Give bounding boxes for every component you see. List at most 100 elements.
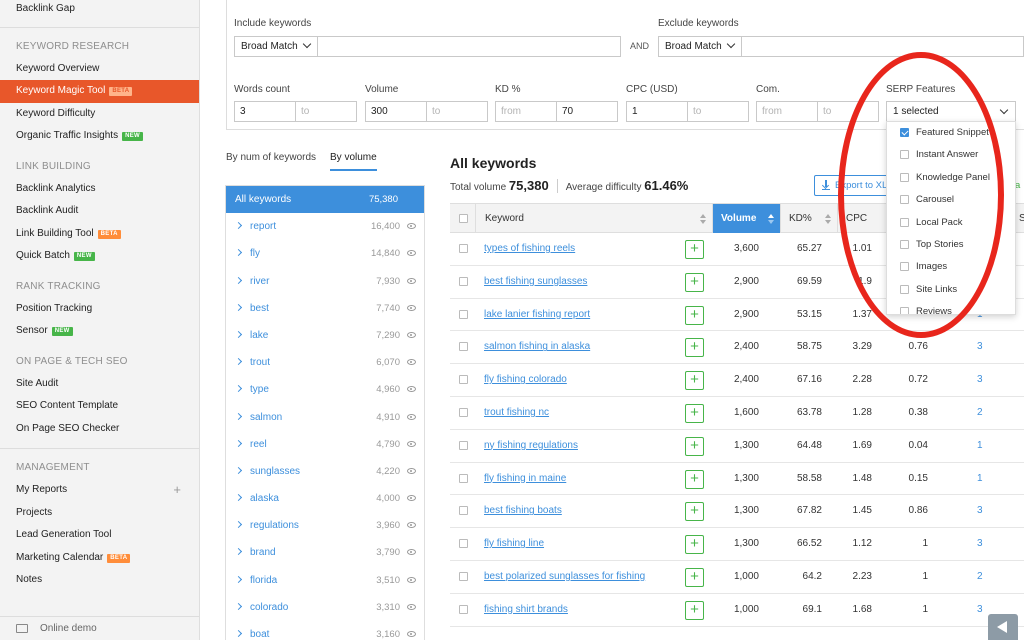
serp-option-checkbox[interactable] [900,195,909,205]
breakdown-group[interactable]: alaska 4,000 [226,485,424,512]
eye-icon[interactable] [407,223,416,230]
eye-icon[interactable] [407,576,416,583]
com-to[interactable]: to [817,101,879,122]
sidebar-item-my-reports[interactable]: My Reports + [0,479,199,502]
breakdown-group[interactable]: sunglasses 4,220 [226,458,424,485]
breakdown-group[interactable]: florida 3,510 [226,567,424,594]
volume-to[interactable]: to [426,101,488,122]
serp-option-checkbox[interactable] [900,150,909,160]
breakdown-group[interactable]: trout 6,070 [226,349,424,376]
sidebar-item-keyword-magic-tool[interactable]: Keyword Magic Tool BETA [0,80,199,103]
keyword-link[interactable]: best fishing boats [484,495,562,527]
col-volume[interactable]: Volume [713,204,781,233]
sidebar-item-backlink-analytics[interactable]: Backlink Analytics [0,178,199,201]
eye-icon[interactable] [407,440,416,447]
keyword-link[interactable]: lake lanier fishing report [484,299,590,331]
add-keyword-button[interactable]: + [685,436,704,456]
serp-option-top-stories[interactable]: Top Stories [887,234,1015,256]
add-keyword-button[interactable]: + [685,240,704,259]
breakdown-group[interactable]: boat 3,160 [226,621,424,640]
eye-icon[interactable] [407,549,416,556]
kd-from[interactable]: from [495,101,557,122]
serp-features-select[interactable]: 1 selected [886,101,1016,122]
keyword-link[interactable]: best fishing sunglasses [484,266,587,298]
eye-icon[interactable] [407,277,416,284]
keyword-link[interactable]: salmon fishing in alaska [484,331,590,363]
add-keyword-button[interactable]: + [685,371,704,391]
add-keyword-button[interactable]: + [685,305,704,325]
exclude-match-select[interactable]: Broad Match [658,36,742,57]
add-keyword-button[interactable]: + [685,338,704,358]
col-s[interactable]: S [1016,204,1024,233]
breakdown-group[interactable]: regulations 3,960 [226,512,424,539]
results-link[interactable]: 3 [977,495,983,527]
serp-option-reviews[interactable]: Reviews [887,301,1015,314]
sidebar-item-organic-traffic-insights[interactable]: Organic Traffic Insights NEW [0,125,199,148]
keyword-link[interactable]: fly fishing line [484,528,544,560]
breakdown-group[interactable]: reel 4,790 [226,431,424,458]
keyword-link[interactable]: fly fishing in maine [484,463,566,495]
col-kd[interactable]: KD% [781,204,838,233]
sidebar-item-quick-batch[interactable]: Quick Batch NEW [0,245,199,268]
breakdown-group[interactable]: best 7,740 [226,295,424,322]
breakdown-group[interactable]: brand 3,790 [226,539,424,566]
results-link[interactable]: 2 [977,561,983,593]
breakdown-group[interactable]: river 7,930 [226,268,424,295]
serp-option-carousel[interactable]: Carousel [887,189,1015,211]
add-keyword-button[interactable]: + [685,272,704,292]
row-checkbox[interactable] [459,571,468,581]
results-link[interactable]: 2 [977,397,983,429]
results-link[interactable]: 1 [977,463,983,495]
results-link[interactable]: 1 [977,430,983,462]
serp-option-checkbox[interactable] [900,239,909,249]
sidebar-item-link-building-tool[interactable]: Link Building Tool BETA [0,223,199,246]
serp-option-knowledge-panel[interactable]: Knowledge Panel [887,167,1015,189]
export-button[interactable]: Export to XL [814,175,894,196]
sidebar-item-backlink-gap[interactable]: Backlink Gap [0,0,199,21]
kd-to[interactable]: 70 [556,101,618,122]
select-all-checkbox[interactable] [459,214,468,223]
row-checkbox[interactable] [459,375,468,385]
sidebar-item-keyword-difficulty[interactable]: Keyword Difficulty [0,103,199,126]
eye-icon[interactable] [407,631,416,637]
sidebar-item-lead-generation-tool[interactable]: Lead Generation Tool [0,524,199,547]
sidebar-item-notes[interactable]: Notes [0,569,199,592]
row-checkbox[interactable] [459,604,468,614]
row-checkbox[interactable] [459,539,468,549]
cpc-from[interactable]: 1 [626,101,688,122]
row-checkbox[interactable] [459,407,468,417]
sidebar-item-backlink-audit[interactable]: Backlink Audit [0,200,199,223]
results-link[interactable]: 3 [977,594,983,626]
serp-option-local-pack[interactable]: Local Pack [887,212,1015,234]
tab-by-volume[interactable]: By volume [330,152,377,171]
breakdown-group[interactable]: colorado 3,310 [226,594,424,621]
keyword-link[interactable]: ny fishing regulations [484,430,578,462]
eye-icon[interactable] [407,386,416,393]
breakdown-all-keywords[interactable]: All keywords 75,380 [226,186,424,214]
breakdown-group[interactable]: type 4,960 [226,376,424,403]
sidebar-item-seo-content-template[interactable]: SEO Content Template [0,395,199,418]
add-report-icon[interactable]: + [173,479,181,502]
col-keyword[interactable]: Keyword [476,204,713,233]
row-checkbox[interactable] [459,244,468,253]
breakdown-group[interactable]: fly 14,840 [226,240,424,267]
words-count-to[interactable]: to [295,101,357,122]
eye-icon[interactable] [407,603,416,610]
feedback-button[interactable] [988,614,1018,640]
row-checkbox[interactable] [459,440,468,450]
results-link[interactable]: 3 [977,528,983,560]
row-checkbox[interactable] [459,342,468,352]
row-checkbox[interactable] [459,309,468,319]
keyword-link[interactable]: fly fishing colorado [484,364,567,396]
exclude-keywords-input[interactable] [741,36,1024,57]
serp-option-checkbox[interactable] [900,262,909,272]
include-match-select[interactable]: Broad Match [234,36,318,57]
results-link[interactable]: 3 [977,364,983,396]
eye-icon[interactable] [407,495,416,502]
sidebar-item-position-tracking[interactable]: Position Tracking [0,298,199,321]
add-keyword-button[interactable]: + [685,567,704,587]
serp-option-checkbox[interactable] [900,128,909,137]
sidebar-item-sensor[interactable]: Sensor NEW [0,320,199,343]
breakdown-group[interactable]: lake 7,290 [226,322,424,349]
sidebar-item-site-audit[interactable]: Site Audit [0,373,199,396]
